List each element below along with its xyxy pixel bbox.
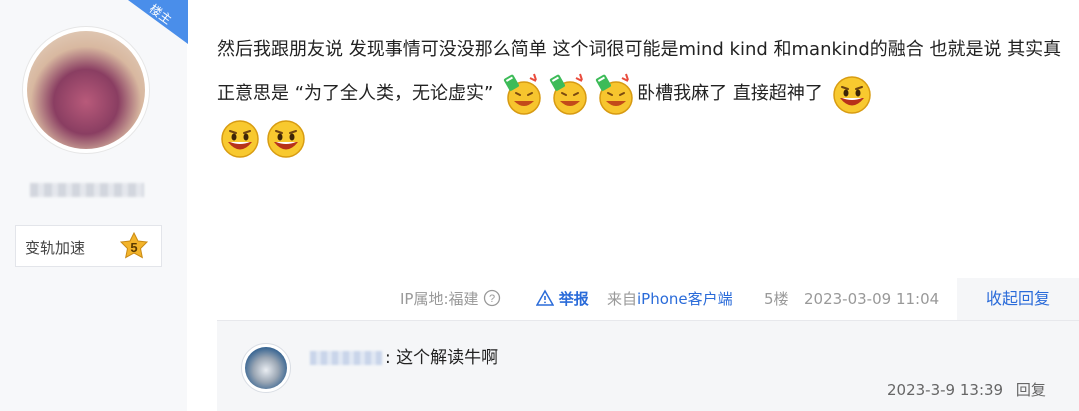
floor-number: 5楼	[764, 290, 789, 308]
author-avatar[interactable]	[22, 26, 150, 154]
question-circle-icon[interactable]: ?	[483, 289, 501, 307]
celebration-emoji	[500, 72, 544, 116]
reply-datetime: 2023-3-9 13:39	[887, 381, 1004, 399]
source-client-link[interactable]: iPhone客户端	[637, 290, 733, 308]
surprised-laughing-emoji	[830, 72, 874, 116]
op-ribbon: 楼主	[128, 0, 188, 44]
post-datetime: 2023-03-09 11:04	[804, 290, 940, 308]
collapse-replies-button[interactable]: 收起回复	[957, 278, 1079, 320]
author-level-badge[interactable]: 变轨加速 5	[15, 225, 162, 267]
level-number: 5	[130, 240, 137, 255]
author-username-blurred[interactable]	[30, 183, 144, 197]
author-avatar-image	[27, 31, 145, 149]
reply-user-avatar[interactable]	[241, 343, 291, 393]
surprised-laughing-emoji	[264, 116, 308, 160]
level-star-icon: 5	[118, 231, 150, 263]
svg-text:?: ?	[489, 293, 495, 305]
source-prefix: 来自	[607, 290, 638, 308]
post-text-2: 卧槽我麻了 直接超神了	[637, 83, 823, 104]
celebration-emoji	[592, 72, 636, 116]
post-source: 来自iPhone客户端	[607, 288, 733, 310]
reply-meta: 2023-3-9 13:39 回复	[887, 379, 1046, 400]
reply-button[interactable]: 回复	[1016, 381, 1046, 399]
reply-username-blurred[interactable]	[310, 351, 382, 365]
celebration-emoji	[546, 72, 590, 116]
post-content: 然后我跟朋友说 发现事情可没没那么简单 这个词很可能是mind kind 和ma…	[217, 28, 1067, 160]
ip-location: IP属地:福建 ?	[400, 288, 501, 310]
surprised-laughing-emoji	[218, 116, 262, 160]
reply-avatar-image	[245, 347, 287, 389]
ip-location-text: IP属地:福建	[400, 290, 479, 308]
report-label: 举报	[558, 290, 589, 308]
reply-text: : 这个解读牛啊	[385, 348, 499, 368]
report-link[interactable]: 举报	[535, 288, 589, 310]
reply-section: : 这个解读牛啊 2023-3-9 13:39 回复	[217, 320, 1079, 411]
author-sidebar: 变轨加速 5	[0, 0, 187, 411]
badge-label: 变轨加速	[25, 239, 86, 257]
warning-triangle-icon	[535, 289, 555, 306]
